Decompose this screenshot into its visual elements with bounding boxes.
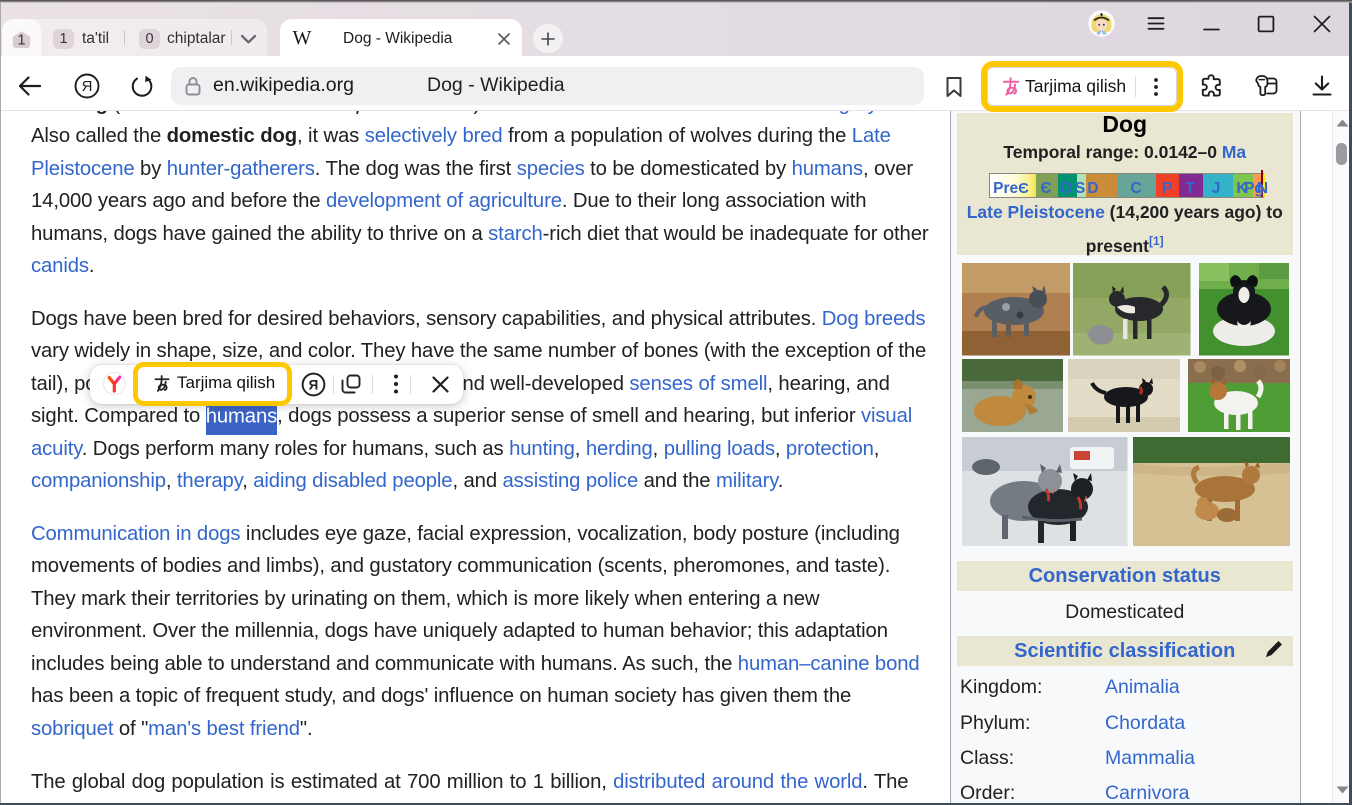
svg-text:1: 1 — [17, 32, 25, 48]
svg-text:Я: Я — [309, 377, 319, 392]
svg-text:Я: Я — [82, 78, 93, 95]
